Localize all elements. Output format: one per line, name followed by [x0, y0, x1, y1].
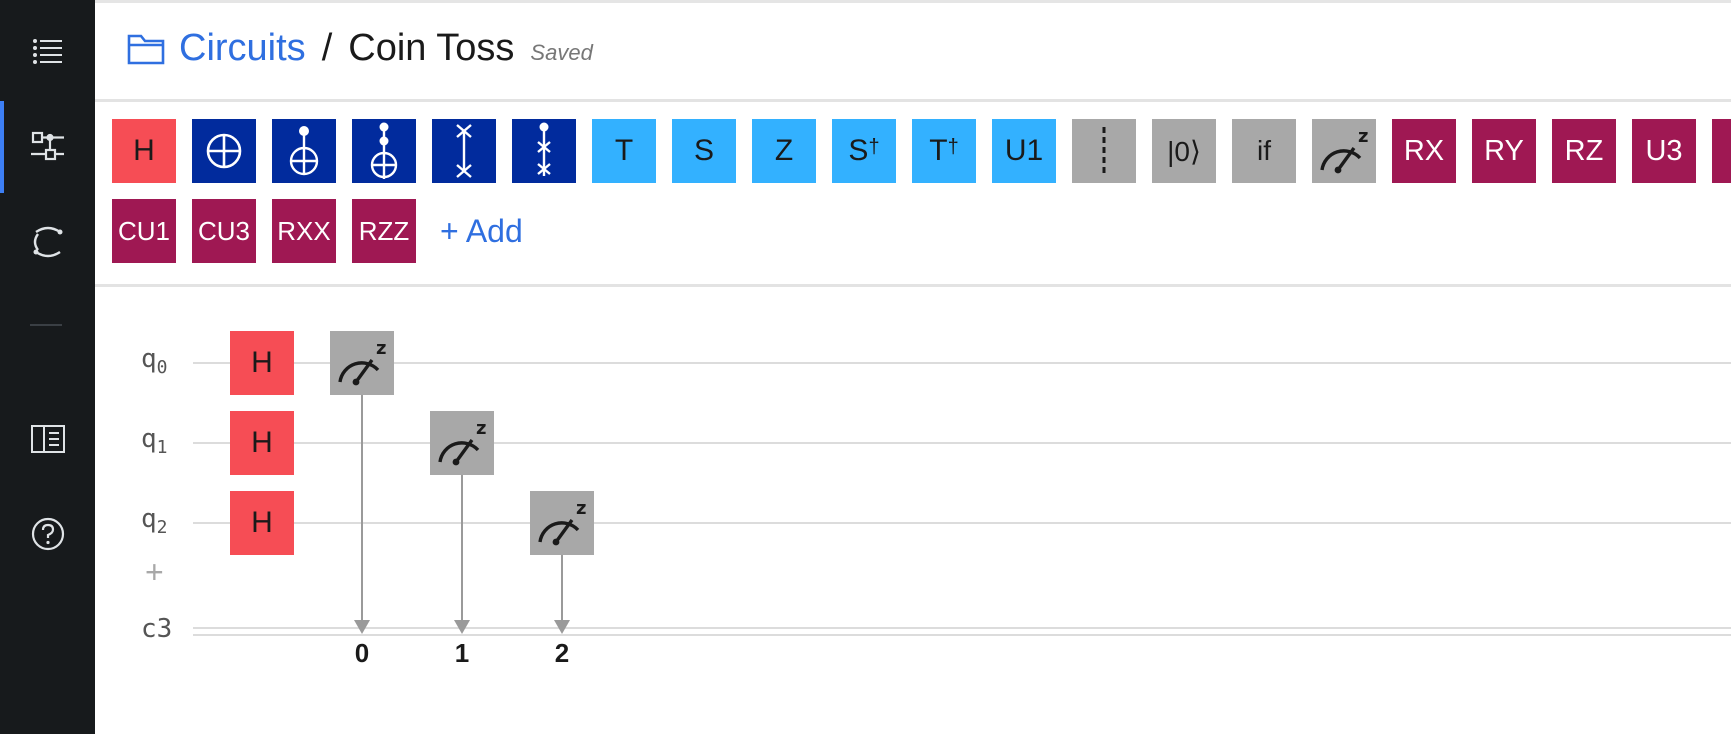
qubit-wire-0[interactable]	[193, 362, 1731, 364]
palette-gate-z[interactable]: Z	[752, 119, 816, 183]
dagger-mark: †	[947, 135, 959, 158]
save-status: Saved	[530, 40, 593, 65]
cnot-icon	[206, 133, 242, 169]
sidebar-item-docs[interactable]	[0, 393, 95, 485]
circuit-gate-measure-q0[interactable]: z	[330, 331, 394, 395]
classical-bit-label-2: 2	[554, 638, 570, 668]
palette-gate-u1[interactable]: U1	[992, 119, 1056, 183]
double-controlled-not-icon	[370, 122, 398, 179]
classical-register-label[interactable]: c3	[141, 614, 172, 644]
svg-text:z: z	[576, 498, 586, 519]
svg-text:z: z	[476, 418, 486, 439]
palette-gate-t[interactable]: T	[592, 119, 656, 183]
measure-line-2	[561, 555, 563, 623]
help-icon	[31, 517, 64, 551]
palette-gate-overflow[interactable]	[1712, 119, 1731, 183]
palette-gate-cnot[interactable]	[192, 119, 256, 183]
palette-gate-h[interactable]: H	[112, 119, 176, 183]
palette-gate-measure[interactable]: z	[1312, 119, 1376, 183]
palette-gate-sdg[interactable]: S †	[832, 119, 896, 183]
measure-icon: z	[438, 418, 486, 466]
breadcrumb: Circuits / Coin Toss Saved	[127, 27, 593, 70]
qubit-wire-1[interactable]	[193, 442, 1731, 444]
classical-wire-top[interactable]	[193, 627, 1731, 629]
circuit-gate-h-q1[interactable]: H	[230, 411, 294, 475]
menu-button[interactable]	[0, 6, 95, 98]
measure-arrow-2	[554, 620, 570, 634]
circuit-gate-h-q2[interactable]: H	[230, 491, 294, 555]
palette-gate-barrier[interactable]	[1072, 119, 1136, 183]
barrier-icon	[1102, 127, 1106, 175]
qubit-label-q1[interactable]: q1	[141, 424, 168, 458]
palette-gate-if[interactable]: if	[1232, 119, 1296, 183]
palette-gate-cu3[interactable]: CU3	[192, 199, 256, 263]
tdg-label: T	[929, 134, 948, 167]
add-qubit-button[interactable]: +	[145, 554, 164, 591]
qubit-wire-2[interactable]	[193, 522, 1731, 524]
palette-gate-cu1[interactable]: CU1	[112, 199, 176, 263]
palette-gate-ry[interactable]: RY	[1472, 119, 1536, 183]
controlled-not-icon	[289, 126, 319, 176]
qubit-label-q0[interactable]: q0	[141, 344, 168, 378]
circuit-gate-h-q0[interactable]: H	[230, 331, 294, 395]
palette-gate-s[interactable]: S	[672, 119, 736, 183]
palette-gate-rz[interactable]: RZ	[1552, 119, 1616, 183]
measure-icon: z	[338, 338, 386, 386]
dagger-mark: †	[868, 135, 880, 158]
palette-gate-reset[interactable]: |0⟩	[1152, 119, 1216, 183]
breadcrumb-parent-link[interactable]: Circuits	[179, 27, 306, 70]
palette-gate-swap[interactable]	[432, 119, 496, 183]
palette-gate-rx[interactable]: RX	[1392, 119, 1456, 183]
palette-gate-cswap[interactable]	[512, 119, 576, 183]
swap-icon	[456, 124, 472, 178]
palette-gate-tdg[interactable]: T †	[912, 119, 976, 183]
classical-bit-label-1: 1	[454, 638, 470, 668]
add-gate-link[interactable]: + Add	[440, 213, 523, 250]
folder-icon	[127, 34, 165, 64]
menu-icon	[32, 39, 62, 64]
measure-arrow-0	[354, 620, 370, 634]
measure-arrow-1	[454, 620, 470, 634]
palette-gate-u3[interactable]: U3	[1632, 119, 1696, 183]
palette-gate-rxx[interactable]: RXX	[272, 199, 336, 263]
sidebar	[0, 0, 95, 734]
classical-bit-label-0: 0	[354, 638, 370, 668]
circuit-icon	[30, 131, 64, 161]
orbit-icon	[33, 226, 62, 258]
header: Circuits / Coin Toss Saved	[95, 3, 1731, 99]
svg-text:z: z	[376, 338, 386, 359]
palette-gate-toffoli[interactable]	[272, 119, 336, 183]
circuit-gate-measure-q2[interactable]: z	[530, 491, 594, 555]
sidebar-item-help[interactable]	[0, 488, 95, 580]
breadcrumb-separator: /	[321, 27, 333, 69]
sdg-label: S	[848, 134, 869, 167]
sidebar-item-composer[interactable]	[0, 101, 95, 193]
controlled-swap-icon	[537, 122, 551, 176]
sidebar-item-lab[interactable]	[0, 196, 95, 288]
main-area: Circuits / Coin Toss Saved H T S Z S † T…	[95, 0, 1731, 734]
svg-text:z: z	[1358, 126, 1368, 147]
circuit-gate-measure-q1[interactable]: z	[430, 411, 494, 475]
sidebar-divider	[30, 324, 62, 326]
measure-icon: z	[1320, 126, 1368, 174]
measure-line-1	[461, 475, 463, 623]
classical-wire-bottom[interactable]	[193, 634, 1731, 636]
measure-line-0	[361, 395, 363, 623]
palette-gate-ccx[interactable]	[352, 119, 416, 183]
book-icon	[30, 425, 65, 453]
page-title[interactable]: Coin Toss	[348, 27, 514, 70]
qubit-label-q2[interactable]: q2	[141, 504, 168, 538]
measure-icon: z	[538, 498, 586, 546]
palette-gate-rzz[interactable]: RZZ	[352, 199, 416, 263]
